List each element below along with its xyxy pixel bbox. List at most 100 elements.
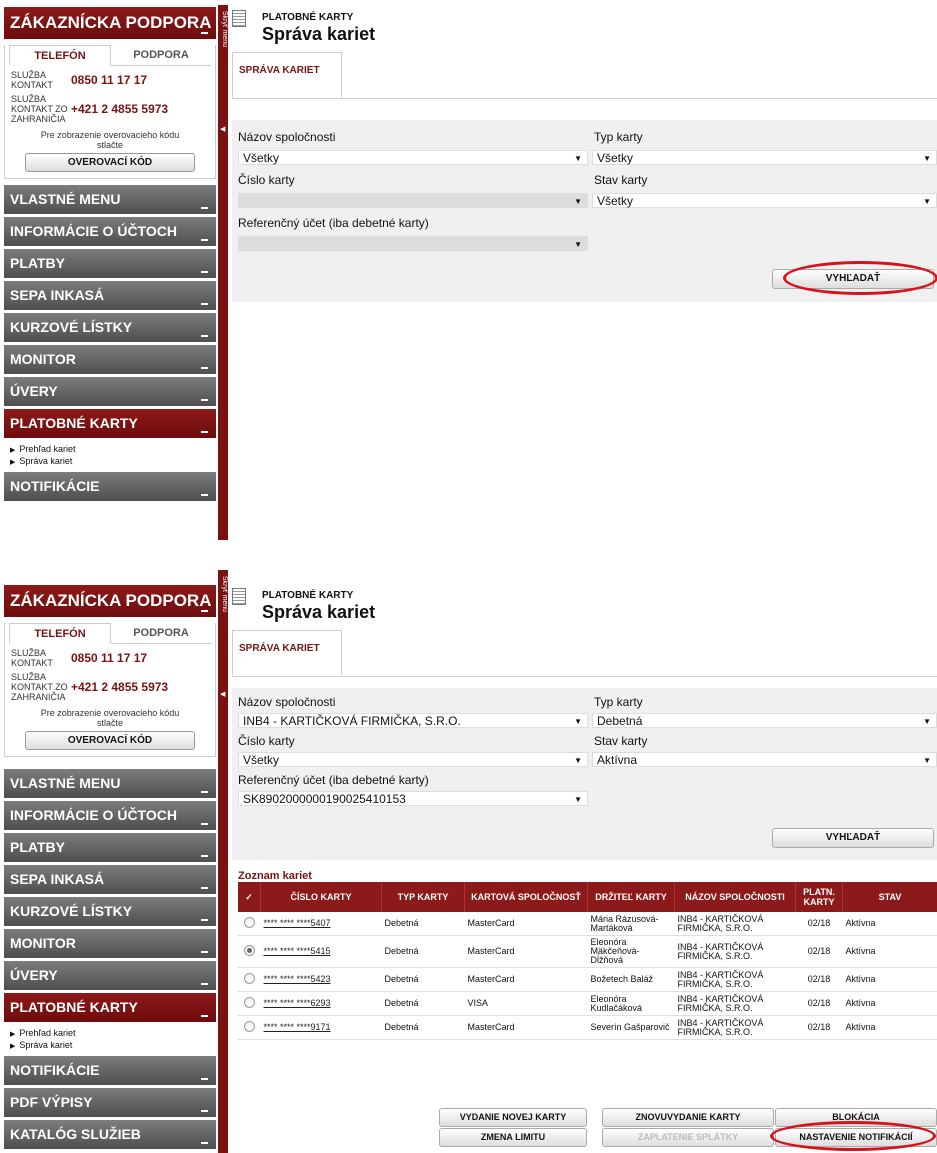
submenu-item[interactable]: Správa kariet [10,456,216,468]
submenu-item[interactable]: Prehľad kariet [10,444,216,456]
card-type-select[interactable]: Všetky ▼ [592,150,937,165]
cell-type: Debetná [381,935,465,968]
menu-toggle-label: Skryť menu [221,11,228,48]
cell-valid: 02/18 [795,935,843,968]
cell-firm: INB4 - KARTIČKOVÁ FIRMIČKA, S.R.O. [674,991,796,1016]
cell-select [238,1015,261,1040]
cell-select [238,991,261,1016]
contact-label: SLUŽBA KONTAKT [11,648,53,668]
new-card-button[interactable]: VYDANIE NOVEJ KARTY [439,1108,587,1127]
menu-item[interactable]: MONITOR [4,345,216,374]
support-header[interactable]: ZÁKAZNÍCKA PODPORA [4,7,216,39]
search-button[interactable]: VYHĽADAŤ [772,828,934,848]
table-row[interactable]: **** **** ****5407 Debetná MasterCard Mária… [238,912,937,936]
table-row[interactable]: **** **** ****5415 Debetná MasterCard Eleon… [238,935,937,968]
breadcrumb: PLATOBNÉ KARTY [262,12,354,23]
card-number-link[interactable]: **** **** ****5407 [264,918,331,928]
menu-item[interactable]: VLASTNÉ MENU [4,769,216,798]
change-limit-button[interactable]: ZMENA LIMITU [439,1128,587,1147]
chevron-down-icon [201,1078,208,1080]
row-radio[interactable] [243,917,255,928]
menu-item[interactable]: KATALÓG SLUŽIEB [4,1120,216,1149]
menu-item[interactable]: SEPA INKASÁ [4,865,216,894]
contact-phone: 0850 11 17 17 [71,651,148,665]
column-header[interactable]: ČÍSLO KARTY [260,882,382,912]
menu-item-active[interactable]: PLATOBNÉ KARTY [4,993,216,1022]
dropdown-arrow-icon: ▼ [574,154,582,163]
row-radio[interactable] [243,997,255,1008]
company-label: Názov spoločnosti [238,130,336,144]
menu-item[interactable]: PLATBY [4,833,216,862]
column-header[interactable]: TYP KARTY [381,882,465,912]
card-number-select[interactable]: ▼ [238,193,588,208]
menu-item[interactable]: SEPA INKASÁ [4,281,216,310]
card-status-select[interactable]: Všetky ▼ [592,193,937,208]
card-status-select[interactable]: Aktívna ▼ [592,752,937,767]
menu-item-active[interactable]: PLATOBNÉ KARTY [4,409,216,438]
menu-item[interactable]: NOTIFIKÁCIE [4,1056,216,1085]
column-header[interactable]: KARTOVÁ SPOLOČNOSŤ [464,882,588,912]
ref-account-select[interactable]: SK8902000000190025410153 ▼ [238,791,588,806]
company-select[interactable]: INB4 - KARTIČKOVÁ FIRMIČKA, S.R.O. ▼ [238,713,588,728]
submenu-item[interactable]: Správa kariet [10,1040,216,1052]
row-radio[interactable] [243,1021,255,1032]
table-row[interactable]: **** **** ****6293 Debetná VISA Eleonóra Ku… [238,991,937,1016]
menu-item[interactable]: VLASTNÉ MENU [4,185,216,214]
cell-number: **** **** ****5415 [260,935,382,968]
document-icon [232,588,246,605]
menu-item[interactable]: MONITOR [4,929,216,958]
column-header[interactable]: PLATN. KARTY [795,882,843,912]
verify-code-button[interactable]: OVEROVACÍ KÓD [25,731,195,750]
column-header[interactable]: STAV [842,882,937,912]
menu-item[interactable]: KURZOVÉ LÍSTKY [4,313,216,342]
table-row[interactable]: **** **** ****9171 Debetná MasterCard Sever… [238,1015,937,1040]
tab-sprava-kariet[interactable]: SPRÁVA KARIET [232,630,342,676]
menu-toggle[interactable]: Skryť menu ◀ [218,5,228,540]
menu-item[interactable]: NOTIFIKÁCIE [4,472,216,501]
contact-label: SLUŽBA KONTAKT [11,70,53,90]
row-radio[interactable] [243,973,255,984]
menu-item[interactable]: INFORMÁCIE O ÚČTOCH [4,217,216,246]
menu-item[interactable]: KURZOVÉ LÍSTKY [4,897,216,926]
menu-item[interactable]: ÚVERY [4,377,216,406]
cell-type: Debetná [381,991,465,1016]
menu-item[interactable]: PDF VÝPISY [4,1088,216,1117]
card-number-link[interactable]: **** **** ****5415 [264,946,331,956]
card-number-link[interactable]: **** **** ****6293 [264,998,331,1008]
card-number-link[interactable]: **** **** ****9171 [264,1022,331,1032]
verify-code-button[interactable]: OVEROVACÍ KÓD [25,153,195,172]
table-row[interactable]: **** **** ****5423 Debetná MasterCard Božet… [238,967,937,992]
cell-firm: INB4 - KARTIČKOVÁ FIRMIČKA, S.R.O. [674,1015,796,1040]
column-header[interactable]: DRŽITEĽ KARTY [587,882,675,912]
menu-item[interactable]: INFORMÁCIE O ÚČTOCH [4,801,216,830]
support-header[interactable]: ZÁKAZNÍCKA PODPORA [4,585,216,617]
support-title: ZÁKAZNÍCKA PODPORA [10,591,212,610]
page-title: Správa kariet [262,24,376,44]
menu-item[interactable]: PLATBY [4,249,216,278]
column-header[interactable]: NÁZOV SPOLOČNOSTI [674,882,796,912]
company-select[interactable]: Všetky ▼ [238,150,588,165]
reissue-card-button[interactable]: ZNOVUVYDANIE KARTY [602,1108,774,1127]
tab-sprava-kariet[interactable]: SPRÁVA KARIET [232,52,342,98]
tab-telefon[interactable]: TELEFÓN [9,623,111,644]
column-header-check: ✓ [238,882,261,912]
card-number-link[interactable]: **** **** ****5423 [264,974,331,984]
card-number-select[interactable]: Všetky ▼ [238,752,588,767]
chevron-down-icon [201,855,208,857]
cell-valid: 02/18 [795,912,843,936]
menu-toggle[interactable]: Skryť menu ◀ [218,570,228,1153]
tab-telefon[interactable]: TELEFÓN [9,45,111,66]
tab-podpora[interactable]: PODPORA [111,45,211,65]
dropdown-arrow-icon: ▼ [574,756,582,765]
chevron-down-icon [201,399,208,401]
card-type-select[interactable]: Debetná ▼ [592,713,937,728]
submenu-item[interactable]: Prehľad kariet [10,1028,216,1040]
menu-item[interactable]: ÚVERY [4,961,216,990]
ref-account-select[interactable]: ▼ [238,236,588,251]
cell-select [238,935,261,968]
company-label: Názov spoločnosti [238,695,336,709]
tab-podpora[interactable]: PODPORA [111,623,211,643]
row-radio[interactable] [243,945,255,956]
submenu: Prehľad kariet Správa kariet [4,441,216,472]
chevron-down-icon [201,335,208,337]
